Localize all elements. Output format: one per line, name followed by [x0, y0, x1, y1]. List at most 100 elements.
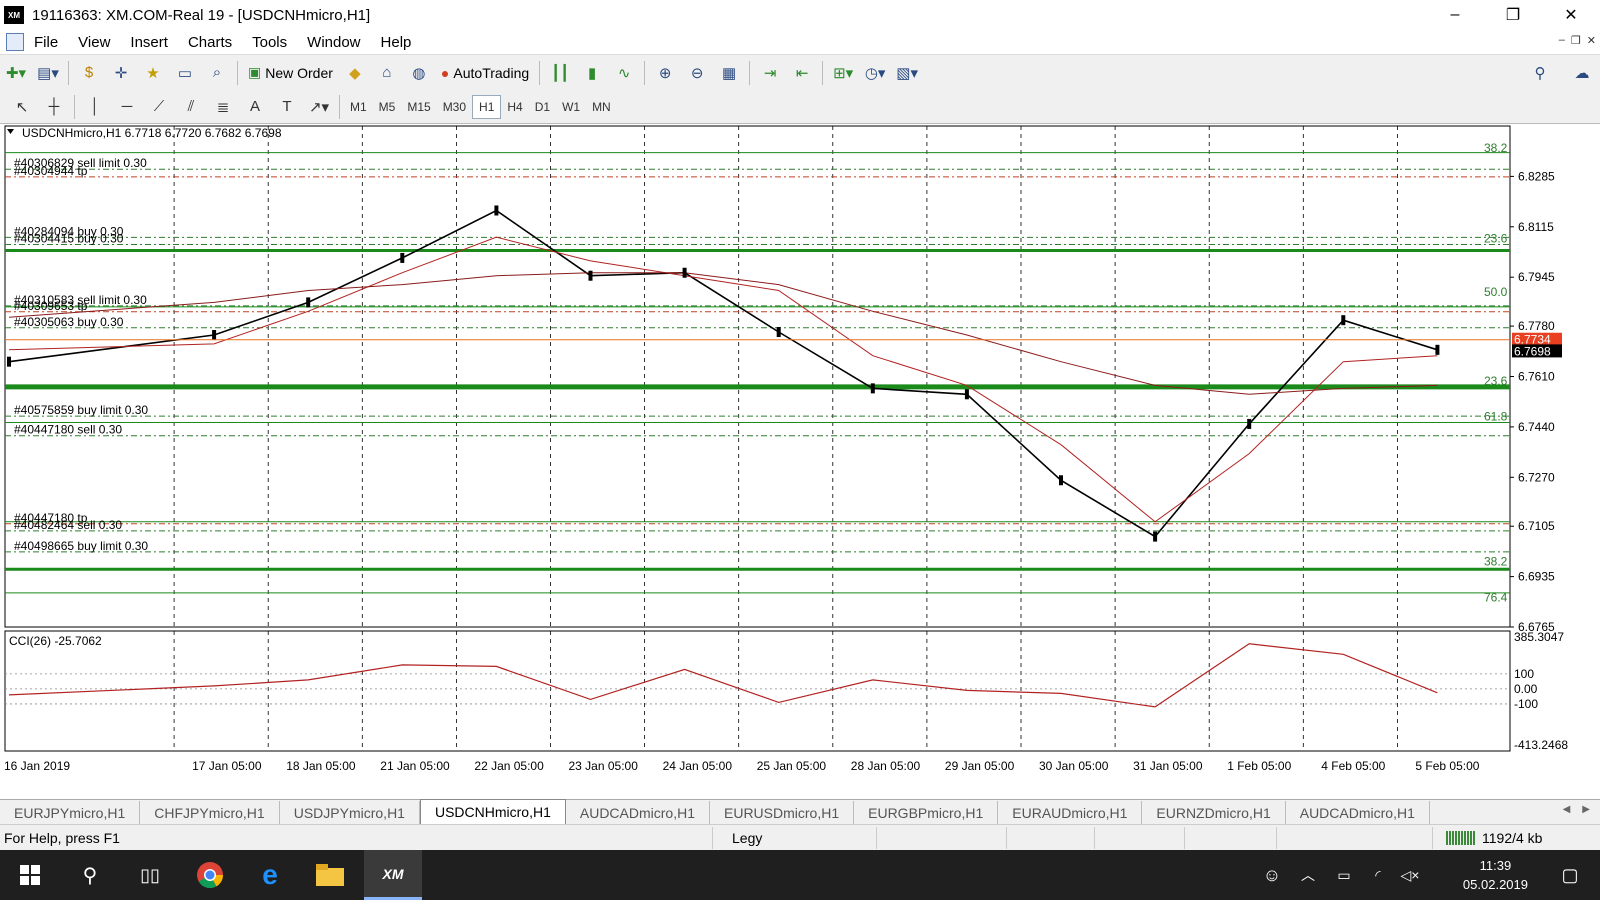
menu-charts[interactable]: Charts: [178, 34, 242, 51]
date-axis-label: 22 Jan 05:00: [474, 759, 544, 773]
fibonacci-icon[interactable]: ≣: [209, 94, 237, 120]
trendline-icon[interactable]: ⟋: [145, 94, 173, 120]
menu-file[interactable]: File: [24, 34, 68, 51]
order-label: #40482464 sell 0.30: [14, 518, 122, 532]
tab-eurgbp[interactable]: EURGBPmicro,H1: [854, 801, 999, 824]
tab-eurusd[interactable]: EURUSDmicro,H1: [710, 801, 855, 824]
bar-chart-icon[interactable]: ┃┃: [546, 60, 574, 86]
tab-scroll-left-icon[interactable]: ◀: [1563, 804, 1571, 815]
menu-insert[interactable]: Insert: [120, 34, 178, 51]
equidistant-channel-icon[interactable]: ⫽: [177, 94, 205, 120]
tf-m15[interactable]: M15: [401, 95, 436, 119]
tf-mn[interactable]: MN: [586, 95, 617, 119]
mdi-minimize-icon[interactable]: –: [1559, 34, 1565, 47]
data-window-icon[interactable]: ✛: [107, 60, 135, 86]
chart-window[interactable]: 16 Jan 2019 17 Jan 05:00 18 Jan 05:00 21 Ja…: [0, 124, 1600, 799]
vertical-line-icon[interactable]: │: [81, 94, 109, 120]
menu-window[interactable]: Window: [297, 34, 370, 51]
xm-taskbar-icon[interactable]: XM: [364, 850, 422, 900]
order-label: #40447180 sell 0.30: [14, 423, 122, 437]
tab-audcad-2[interactable]: AUDCADmicro,H1: [1286, 801, 1430, 824]
autotrading-label: AutoTrading: [453, 64, 530, 81]
text-label-icon[interactable]: T: [273, 94, 301, 120]
tab-euraud[interactable]: EURAUDmicro,H1: [998, 801, 1143, 824]
tf-d1[interactable]: D1: [529, 95, 556, 119]
text-icon[interactable]: A: [241, 94, 269, 120]
wifi-icon[interactable]: ◜: [1360, 850, 1396, 900]
periods-icon[interactable]: ◷▾: [861, 60, 889, 86]
auto-scroll-icon[interactable]: ⇤: [788, 60, 816, 86]
date-axis-label: 25 Jan 05:00: [757, 759, 827, 773]
menu-help[interactable]: Help: [371, 34, 422, 51]
tf-w1[interactable]: W1: [556, 95, 586, 119]
templates-icon[interactable]: ▧▾: [893, 60, 921, 86]
tab-eurjpy[interactable]: EURJPYmicro,H1: [0, 801, 141, 824]
price-line: [8, 209, 1438, 538]
indicators-icon[interactable]: ⊞▾: [829, 60, 857, 86]
market-icon[interactable]: ◍: [405, 60, 433, 86]
candlestick-icon[interactable]: ▮: [578, 60, 606, 86]
tf-h1[interactable]: H1: [472, 94, 502, 119]
zoom-in-icon[interactable]: ⊕: [651, 60, 679, 86]
signals-icon[interactable]: ⌂: [373, 60, 401, 86]
date-axis-label: 24 Jan 05:00: [663, 759, 733, 773]
autotrading-button[interactable]: ● AutoTrading: [437, 60, 533, 86]
notifications-icon[interactable]: ▢: [1542, 850, 1598, 900]
search-taskbar-icon[interactable]: ⚲: [62, 850, 118, 900]
edge-icon[interactable]: e: [242, 850, 298, 900]
zoom-out-icon[interactable]: ⊖: [683, 60, 711, 86]
mdi-restore-icon[interactable]: ❐: [1571, 34, 1581, 47]
windows-start-icon[interactable]: [2, 850, 58, 900]
horizontal-line-icon[interactable]: ─: [113, 94, 141, 120]
menu-view[interactable]: View: [68, 34, 120, 51]
menu-tools[interactable]: Tools: [242, 34, 297, 51]
crosshair-icon[interactable]: ┼: [40, 94, 68, 120]
tab-eurnzd[interactable]: EURNZDmicro,H1: [1142, 801, 1286, 824]
tf-m30[interactable]: M30: [437, 95, 472, 119]
tf-m5[interactable]: M5: [373, 95, 402, 119]
new-order-button[interactable]: ▣ New Order: [244, 60, 337, 86]
tab-audcad[interactable]: AUDCADmicro,H1: [566, 801, 710, 824]
mdi-close-icon[interactable]: ✕: [1587, 34, 1596, 47]
battery-icon[interactable]: ▭: [1326, 850, 1362, 900]
order-label: #40305063 buy 0.30: [14, 315, 124, 329]
candle-mark: [1153, 531, 1158, 542]
chrome-icon[interactable]: [182, 850, 238, 900]
price-axis-label: 6.7610: [1518, 370, 1555, 384]
system-clock[interactable]: 11:39 05.02.2019: [1463, 856, 1528, 894]
line-chart-icon[interactable]: ∿: [610, 60, 638, 86]
tab-usdjpy[interactable]: USDJPYmicro,H1: [280, 801, 420, 824]
chat-icon[interactable]: ☁: [1568, 60, 1596, 86]
volume-icon[interactable]: ◁×: [1392, 850, 1428, 900]
order-label: #40498665 buy limit 0.30: [14, 539, 148, 553]
new-order-label: New Order: [265, 64, 333, 81]
metaeditor-icon[interactable]: ◆: [341, 60, 369, 86]
minimize-button[interactable]: –: [1426, 0, 1484, 30]
tab-scroll-right-icon[interactable]: ▶: [1582, 804, 1590, 815]
connection-bars-icon: [1446, 831, 1476, 845]
file-explorer-icon[interactable]: [302, 850, 358, 900]
cursor-icon[interactable]: ↖: [8, 94, 36, 120]
tf-h4[interactable]: H4: [501, 95, 528, 119]
arrows-icon[interactable]: ↗▾: [305, 94, 333, 120]
price-chart[interactable]: 16 Jan 2019 17 Jan 05:00 18 Jan 05:00 21 Ja…: [0, 124, 1600, 799]
chart-window-icon[interactable]: [6, 33, 24, 51]
terminal-icon[interactable]: ▭: [171, 60, 199, 86]
close-button[interactable]: ✕: [1542, 0, 1600, 30]
search-icon[interactable]: ⚲: [1526, 60, 1554, 86]
market-watch-icon[interactable]: $: [75, 60, 103, 86]
tf-m1[interactable]: M1: [344, 95, 373, 119]
chart-shift-icon[interactable]: ⇥: [756, 60, 784, 86]
navigator-icon[interactable]: ★: [139, 60, 167, 86]
tab-usdcnh[interactable]: USDCNHmicro,H1: [419, 799, 566, 824]
maximize-button[interactable]: ❐: [1484, 0, 1542, 30]
tab-chfjpy[interactable]: CHFJPYmicro,H1: [140, 801, 280, 824]
new-chart-icon[interactable]: ✚▾: [2, 60, 30, 86]
show-hidden-icons-icon[interactable]: ︿: [1290, 850, 1326, 900]
windows-taskbar: ⚲ ▯▯ e XM ☺ ︿ ▭ ◜ ◁× 11:39 05.02.2019 ▢: [0, 850, 1600, 900]
tile-windows-icon[interactable]: ▦: [715, 60, 743, 86]
date-axis-label: 29 Jan 05:00: [945, 759, 1015, 773]
task-view-icon[interactable]: ▯▯: [122, 850, 178, 900]
strategy-tester-icon[interactable]: ⌕: [203, 60, 231, 86]
profiles-icon[interactable]: ▤▾: [34, 60, 62, 86]
